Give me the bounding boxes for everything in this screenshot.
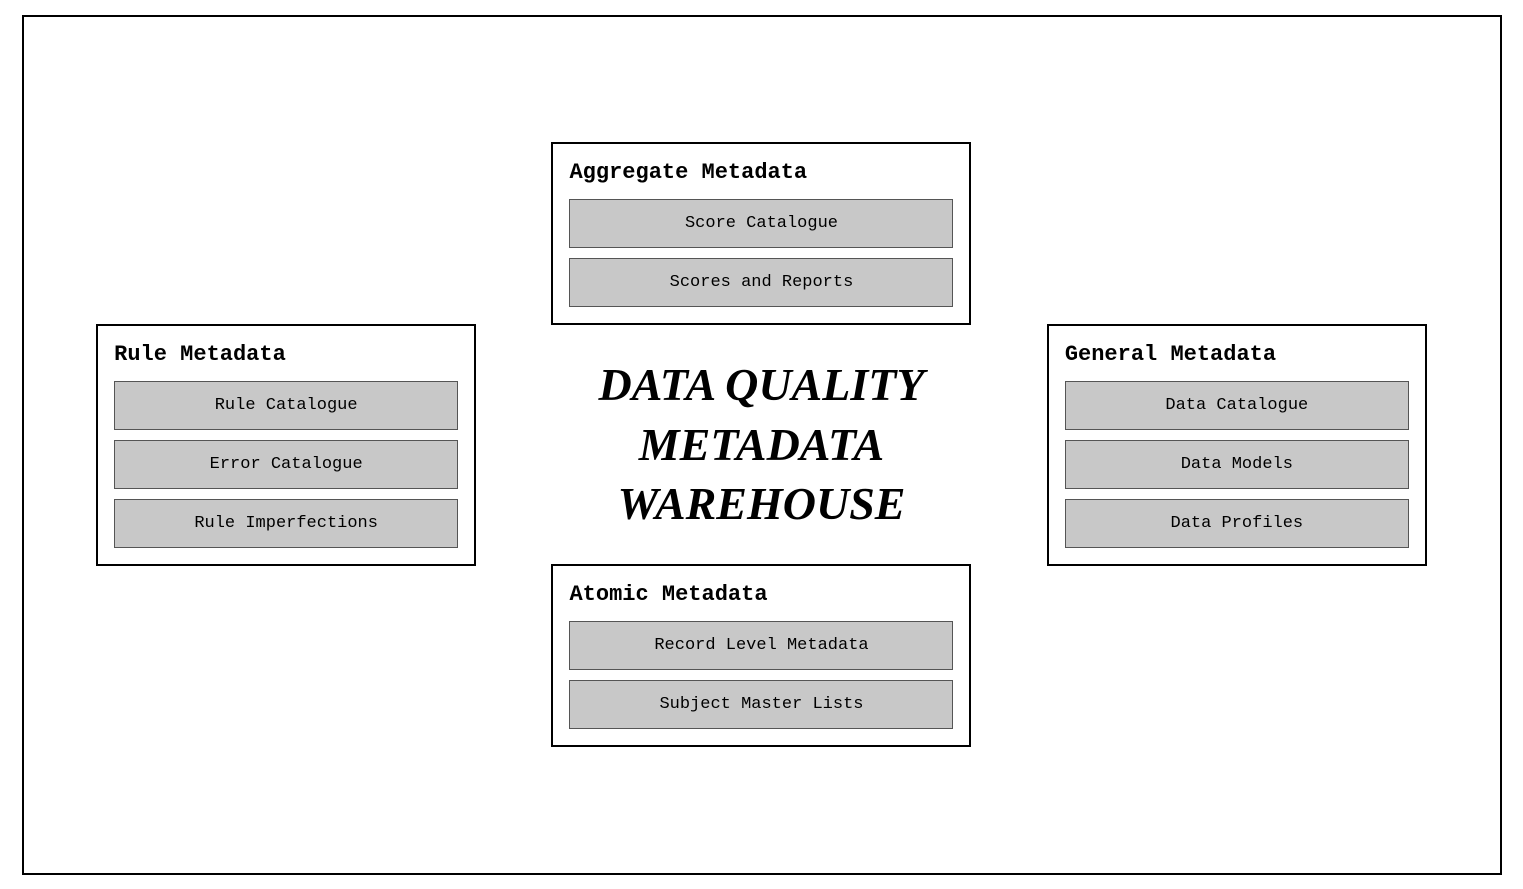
scores-reports-item: Scores and Reports <box>569 258 953 307</box>
rule-metadata-title: Rule Metadata <box>114 342 458 367</box>
outer-container: Rule Metadata Rule Catalogue Error Catal… <box>22 15 1502 875</box>
data-catalogue-item: Data Catalogue <box>1065 381 1409 430</box>
general-metadata-title: General Metadata <box>1065 342 1409 367</box>
subject-master-lists-item: Subject Master Lists <box>569 680 953 729</box>
record-level-item: Record Level Metadata <box>569 621 953 670</box>
rule-catalogue-item: Rule Catalogue <box>114 381 458 430</box>
general-metadata-box: General Metadata Data Catalogue Data Mod… <box>1047 324 1427 566</box>
aggregate-metadata-box: Aggregate Metadata Score Catalogue Score… <box>551 142 971 325</box>
error-catalogue-item: Error Catalogue <box>114 440 458 489</box>
dqmw-line2: METADATA <box>639 419 884 470</box>
center-cell: Aggregate Metadata Score Catalogue Score… <box>551 47 971 843</box>
dqmw-title: DATA QUALITY METADATA WAREHOUSE <box>599 355 925 534</box>
aggregate-metadata-title: Aggregate Metadata <box>569 160 953 185</box>
atomic-metadata-title: Atomic Metadata <box>569 582 953 607</box>
score-catalogue-item: Score Catalogue <box>569 199 953 248</box>
rule-imperfections-item: Rule Imperfections <box>114 499 458 548</box>
dqmw-line3: WAREHOUSE <box>617 478 905 529</box>
right-cell: General Metadata Data Catalogue Data Mod… <box>1047 324 1427 566</box>
atomic-metadata-box: Atomic Metadata Record Level Metadata Su… <box>551 564 971 747</box>
left-cell: Rule Metadata Rule Catalogue Error Catal… <box>96 324 476 566</box>
main-layout: Rule Metadata Rule Catalogue Error Catal… <box>24 17 1500 873</box>
rule-metadata-box: Rule Metadata Rule Catalogue Error Catal… <box>96 324 476 566</box>
dqmw-line1: DATA QUALITY <box>599 359 925 410</box>
data-models-item: Data Models <box>1065 440 1409 489</box>
data-profiles-item: Data Profiles <box>1065 499 1409 548</box>
